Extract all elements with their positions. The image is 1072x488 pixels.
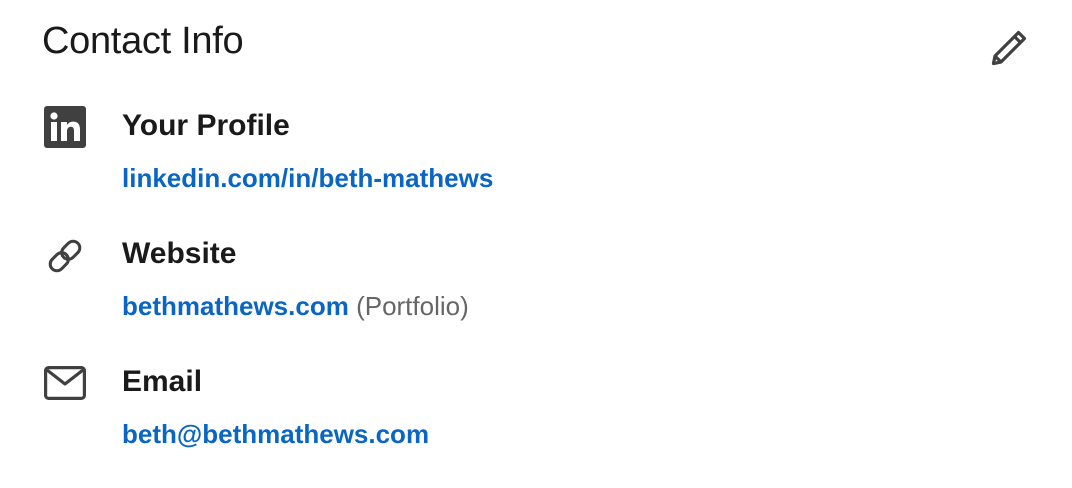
profile-value-row: linkedin.com/in/beth-mathews <box>122 162 493 194</box>
linkedin-icon <box>44 106 86 148</box>
page-title: Contact Info <box>42 20 244 62</box>
edit-contact-info-button[interactable] <box>984 26 1034 74</box>
profile-label: Your Profile <box>122 109 290 142</box>
website-note: (Portfolio) <box>356 291 469 321</box>
envelope-icon <box>44 366 86 408</box>
contact-info-card: Contact Info Your Profile linkedin.com/i… <box>0 0 1072 488</box>
profile-link[interactable]: linkedin.com/in/beth-mathews <box>122 163 493 193</box>
email-link[interactable]: beth@bethmathews.com <box>122 419 429 449</box>
website-value-row: bethmathews.com (Portfolio) <box>122 290 469 322</box>
website-link[interactable]: bethmathews.com <box>122 291 349 321</box>
website-label: Website <box>122 237 237 270</box>
link-icon <box>44 234 86 276</box>
email-label: Email <box>122 365 203 398</box>
pencil-icon <box>987 26 1031 75</box>
email-value-row: beth@bethmathews.com <box>122 418 429 450</box>
